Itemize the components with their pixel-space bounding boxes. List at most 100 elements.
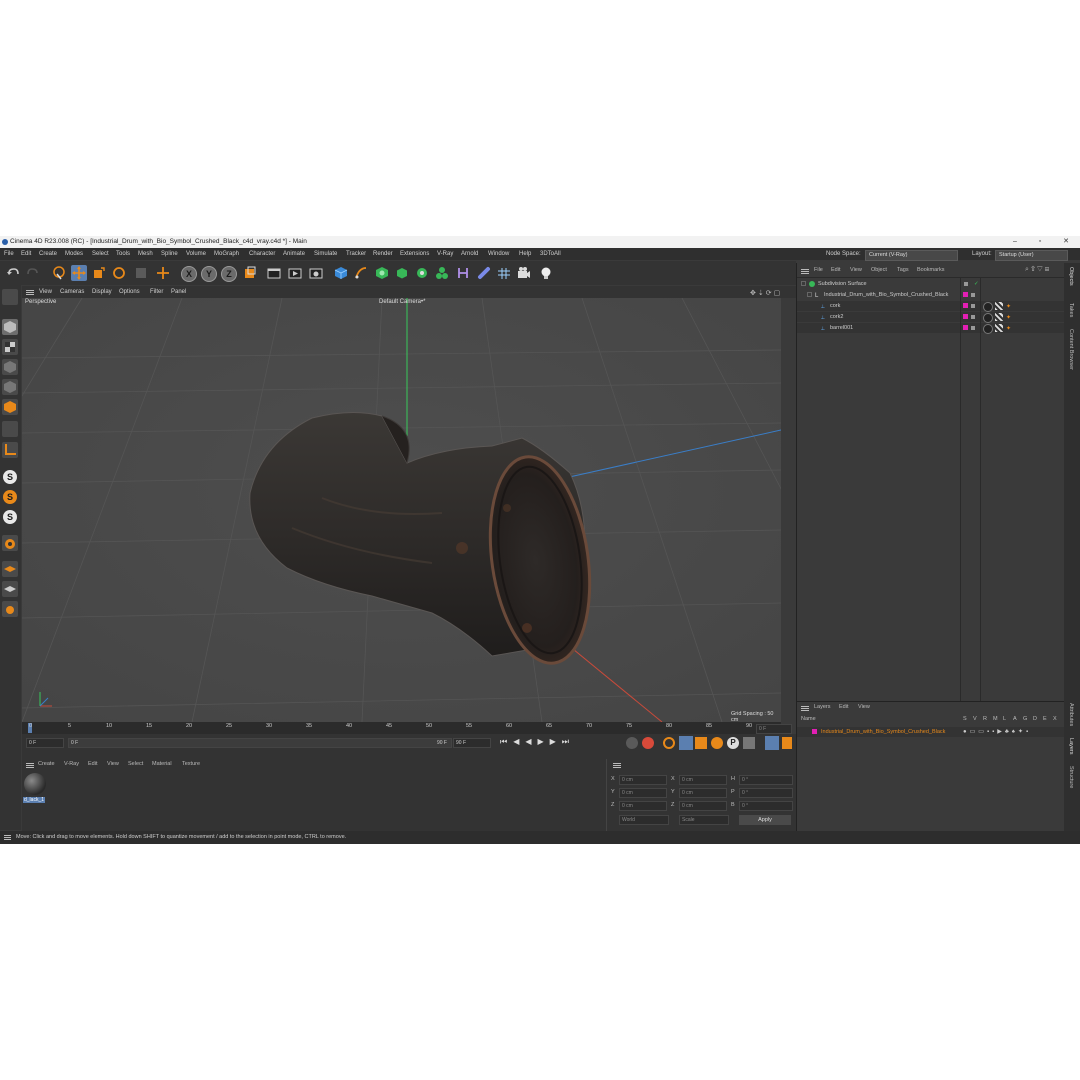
material-menu-vray[interactable]: V-Ray xyxy=(64,761,79,767)
layer-name[interactable]: Industrial_Drum_with_Bio_Symbol_Crushed_… xyxy=(821,727,945,737)
menu-animate[interactable]: Animate xyxy=(283,248,305,260)
live-selection-icon[interactable] xyxy=(51,265,67,281)
menu-mesh[interactable]: Mesh xyxy=(138,248,153,260)
environment-icon[interactable] xyxy=(476,265,492,281)
material-menu-icon[interactable] xyxy=(26,763,34,764)
move-tool-icon[interactable] xyxy=(71,265,87,281)
objects-menu-bookmarks[interactable]: Bookmarks xyxy=(917,267,945,273)
layer-toggle-icons[interactable]: ●▭▭▪▪▶♣♠✦▪ xyxy=(963,727,1031,737)
uvw-tag-icon[interactable] xyxy=(995,302,1003,310)
polygons-mode-icon[interactable] xyxy=(2,399,18,415)
workplane-snap-button[interactable]: S xyxy=(3,510,17,524)
rotation-h-field[interactable]: 0 ° xyxy=(739,775,793,785)
coord-system-dropdown[interactable]: World xyxy=(619,815,669,825)
viewport-menu-cameras[interactable]: Cameras xyxy=(60,286,84,298)
menu-modes[interactable]: Modes xyxy=(65,248,83,260)
layer-color-icon[interactable] xyxy=(963,292,968,297)
model-mode-icon[interactable] xyxy=(2,319,18,335)
material-swatch[interactable] xyxy=(24,773,46,795)
objects-search-icons[interactable]: ⌕⇧▽⊞ xyxy=(1025,266,1051,274)
redo-icon[interactable] xyxy=(25,265,41,281)
auto-key-icon[interactable] xyxy=(642,737,654,749)
size-mode-dropdown[interactable]: Scale xyxy=(679,815,729,825)
enabled-check-icon[interactable]: ✓ xyxy=(974,279,979,289)
subdivision-surface-icon[interactable] xyxy=(374,265,390,281)
point-level-animation-icon[interactable] xyxy=(743,737,755,749)
menu-window[interactable]: Window xyxy=(488,248,509,260)
object-row[interactable]: ⟂ cork ✦ xyxy=(797,301,1065,312)
layers-menu-layers[interactable]: Layers xyxy=(814,704,831,710)
close-button[interactable]: ✕ xyxy=(1056,236,1076,248)
position-z-field[interactable]: 0 cm xyxy=(619,801,667,811)
objects-menu-edit[interactable]: Edit xyxy=(831,267,840,273)
size-x-field[interactable]: 0 cm xyxy=(679,775,727,785)
coordinate-system-icon[interactable] xyxy=(242,265,258,281)
edges-mode-icon[interactable] xyxy=(2,379,18,395)
material-menu-material[interactable]: Material xyxy=(152,761,172,767)
tab-content-browser[interactable]: Content Browser xyxy=(1068,329,1074,370)
timeline-window-icon[interactable] xyxy=(782,737,792,749)
deformer-icon[interactable] xyxy=(455,265,471,281)
end-frame-field[interactable]: 90 F xyxy=(453,738,491,748)
viewport-menu-icon[interactable] xyxy=(26,290,34,291)
rotate-tool-icon[interactable] xyxy=(111,265,127,281)
material-menu-texture[interactable]: Texture xyxy=(182,761,200,767)
start-frame-field[interactable]: 0 F xyxy=(26,738,64,748)
menu-tracker[interactable]: Tracker xyxy=(346,248,366,260)
menu-volume[interactable]: Volume xyxy=(186,248,206,260)
objects-menu-view[interactable]: View xyxy=(850,267,862,273)
position-y-field[interactable]: 0 cm xyxy=(619,788,667,798)
uvw-tag-icon[interactable] xyxy=(995,313,1003,321)
tab-attributes[interactable]: Attributes xyxy=(1068,703,1074,726)
minimize-button[interactable]: – xyxy=(1005,236,1025,248)
layer-color-icon[interactable] xyxy=(963,325,968,330)
menu-character[interactable]: Character xyxy=(249,248,275,260)
record-keys-icon[interactable] xyxy=(626,737,638,749)
material-tag-icon[interactable] xyxy=(983,324,993,334)
object-row[interactable]: ⟂ cork2 ✦ xyxy=(797,312,1065,323)
vray-tag-icon[interactable]: ✦ xyxy=(1006,324,1011,334)
uv-mode-icon[interactable] xyxy=(2,421,18,437)
material-menu-view[interactable]: View xyxy=(107,761,119,767)
coord-menu-icon[interactable] xyxy=(613,763,621,764)
3d-viewport[interactable]: Perspective Default Camera•* Grid Spacin… xyxy=(22,298,781,722)
status-menu-icon[interactable] xyxy=(4,835,11,836)
y-axis-lock-button[interactable]: Y xyxy=(201,266,217,282)
viewport-menu-display[interactable]: Display xyxy=(92,286,112,298)
layout-dropdown[interactable]: Startup (User) xyxy=(995,250,1068,261)
make-editable-icon[interactable] xyxy=(2,289,18,305)
pen-spline-icon[interactable] xyxy=(353,265,369,281)
menu-mograph[interactable]: MoGraph xyxy=(214,248,239,260)
render-settings-icon[interactable] xyxy=(308,265,324,281)
rotation-b-field[interactable]: 0 ° xyxy=(739,801,793,811)
menu-file[interactable]: File xyxy=(4,248,14,260)
texture-mode-icon[interactable] xyxy=(2,339,18,355)
cube-icon[interactable] xyxy=(333,265,349,281)
axis-mode-icon[interactable] xyxy=(2,442,18,458)
vray-tag-icon[interactable]: ✦ xyxy=(1006,302,1011,312)
menu-vray[interactable]: V-Ray xyxy=(437,248,453,260)
timeline-ruler[interactable]: 0 5 10 15 20 25 30 35 40 45 50 55 60 65 … xyxy=(22,722,781,734)
render-picture-viewer-icon[interactable] xyxy=(287,265,303,281)
visibility-dots[interactable] xyxy=(971,304,975,308)
size-y-field[interactable]: 0 cm xyxy=(679,788,727,798)
viewport-menu-panel[interactable]: Panel xyxy=(171,286,186,298)
menu-create[interactable]: Create xyxy=(39,248,57,260)
viewport-menu-view[interactable]: View xyxy=(39,286,52,298)
soft-selection-icon[interactable] xyxy=(2,535,18,551)
uvw-tag-icon[interactable] xyxy=(995,324,1003,332)
menu-render[interactable]: Render xyxy=(373,248,393,260)
tab-layers[interactable]: Layers xyxy=(1068,738,1074,755)
menu-simulate[interactable]: Simulate xyxy=(314,248,337,260)
position-key-icon[interactable] xyxy=(679,736,693,750)
add-tool-icon[interactable] xyxy=(155,265,171,281)
layers-menu-view[interactable]: View xyxy=(858,704,870,710)
material-menu-create[interactable]: Create xyxy=(38,761,55,767)
object-row[interactable]: ⟂ barrel001 ✦ xyxy=(797,323,1065,334)
mograph-icon[interactable] xyxy=(434,265,450,281)
layer-color-icon[interactable] xyxy=(963,314,968,319)
menu-spline[interactable]: Spline xyxy=(161,248,178,260)
array-icon[interactable] xyxy=(394,265,410,281)
rotation-p-field[interactable]: 0 ° xyxy=(739,788,793,798)
objects-menu-tags[interactable]: Tags xyxy=(897,267,909,273)
